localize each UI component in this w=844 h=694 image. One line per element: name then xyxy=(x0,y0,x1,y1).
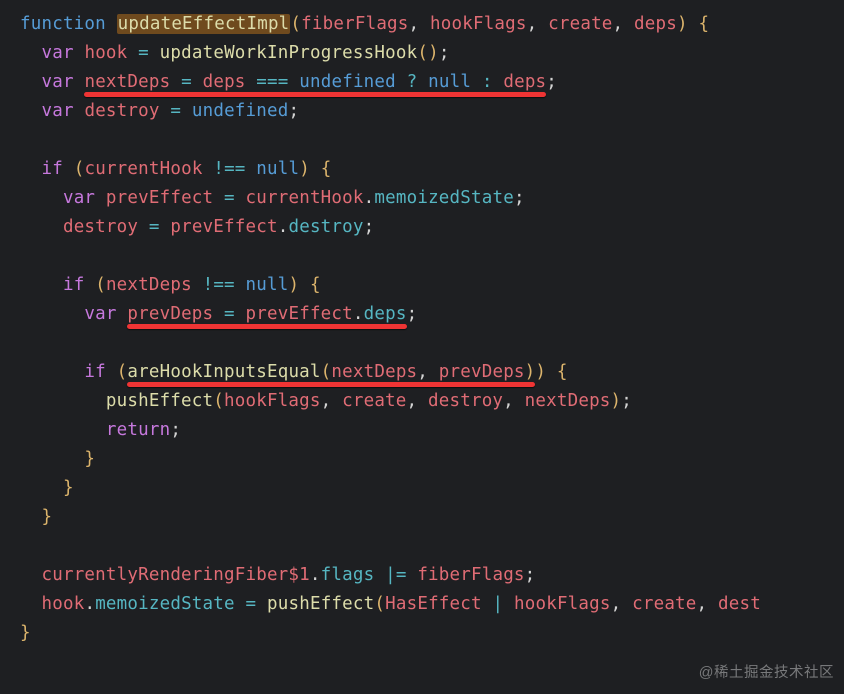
function-name-highlighted: updateEffectImpl xyxy=(117,14,291,34)
code-line: var nextDeps = deps === undefined ? null… xyxy=(20,72,557,92)
code-line: if (nextDeps !== null) { xyxy=(20,275,321,295)
code-line: } xyxy=(20,449,95,469)
code-line: hook.memoizedState = pushEffect(HasEffec… xyxy=(20,594,761,614)
code-line: destroy = prevEffect.destroy; xyxy=(20,217,374,237)
keyword-function: function xyxy=(20,14,106,34)
code-line: var destroy = undefined; xyxy=(20,101,299,121)
code-line: } xyxy=(20,623,31,643)
code-line: function updateEffectImpl(fiberFlags, ho… xyxy=(20,14,709,34)
code-line: return; xyxy=(20,420,181,440)
code-line: var prevEffect = currentHook.memoizedSta… xyxy=(20,188,525,208)
code-line: if (areHookInputsEqual(nextDeps, prevDep… xyxy=(20,362,568,382)
code-line: var hook = updateWorkInProgressHook(); xyxy=(20,43,450,63)
code-line: pushEffect(hookFlags, create, destroy, n… xyxy=(20,391,632,411)
code-line: currentlyRenderingFiber$1.flags |= fiber… xyxy=(20,565,535,585)
code-line xyxy=(20,333,31,353)
code-line: } xyxy=(20,507,52,527)
code-line xyxy=(20,130,31,150)
code-line: var prevDeps = prevEffect.deps; xyxy=(20,304,417,324)
code-line xyxy=(20,246,31,266)
code-line: } xyxy=(20,478,74,498)
code-line: if (currentHook !== null) { xyxy=(20,159,332,179)
code-block: function updateEffectImpl(fiberFlags, ho… xyxy=(0,0,844,648)
watermark-text: @稀土掘金技术社区 xyxy=(699,659,834,688)
code-line xyxy=(20,536,31,556)
